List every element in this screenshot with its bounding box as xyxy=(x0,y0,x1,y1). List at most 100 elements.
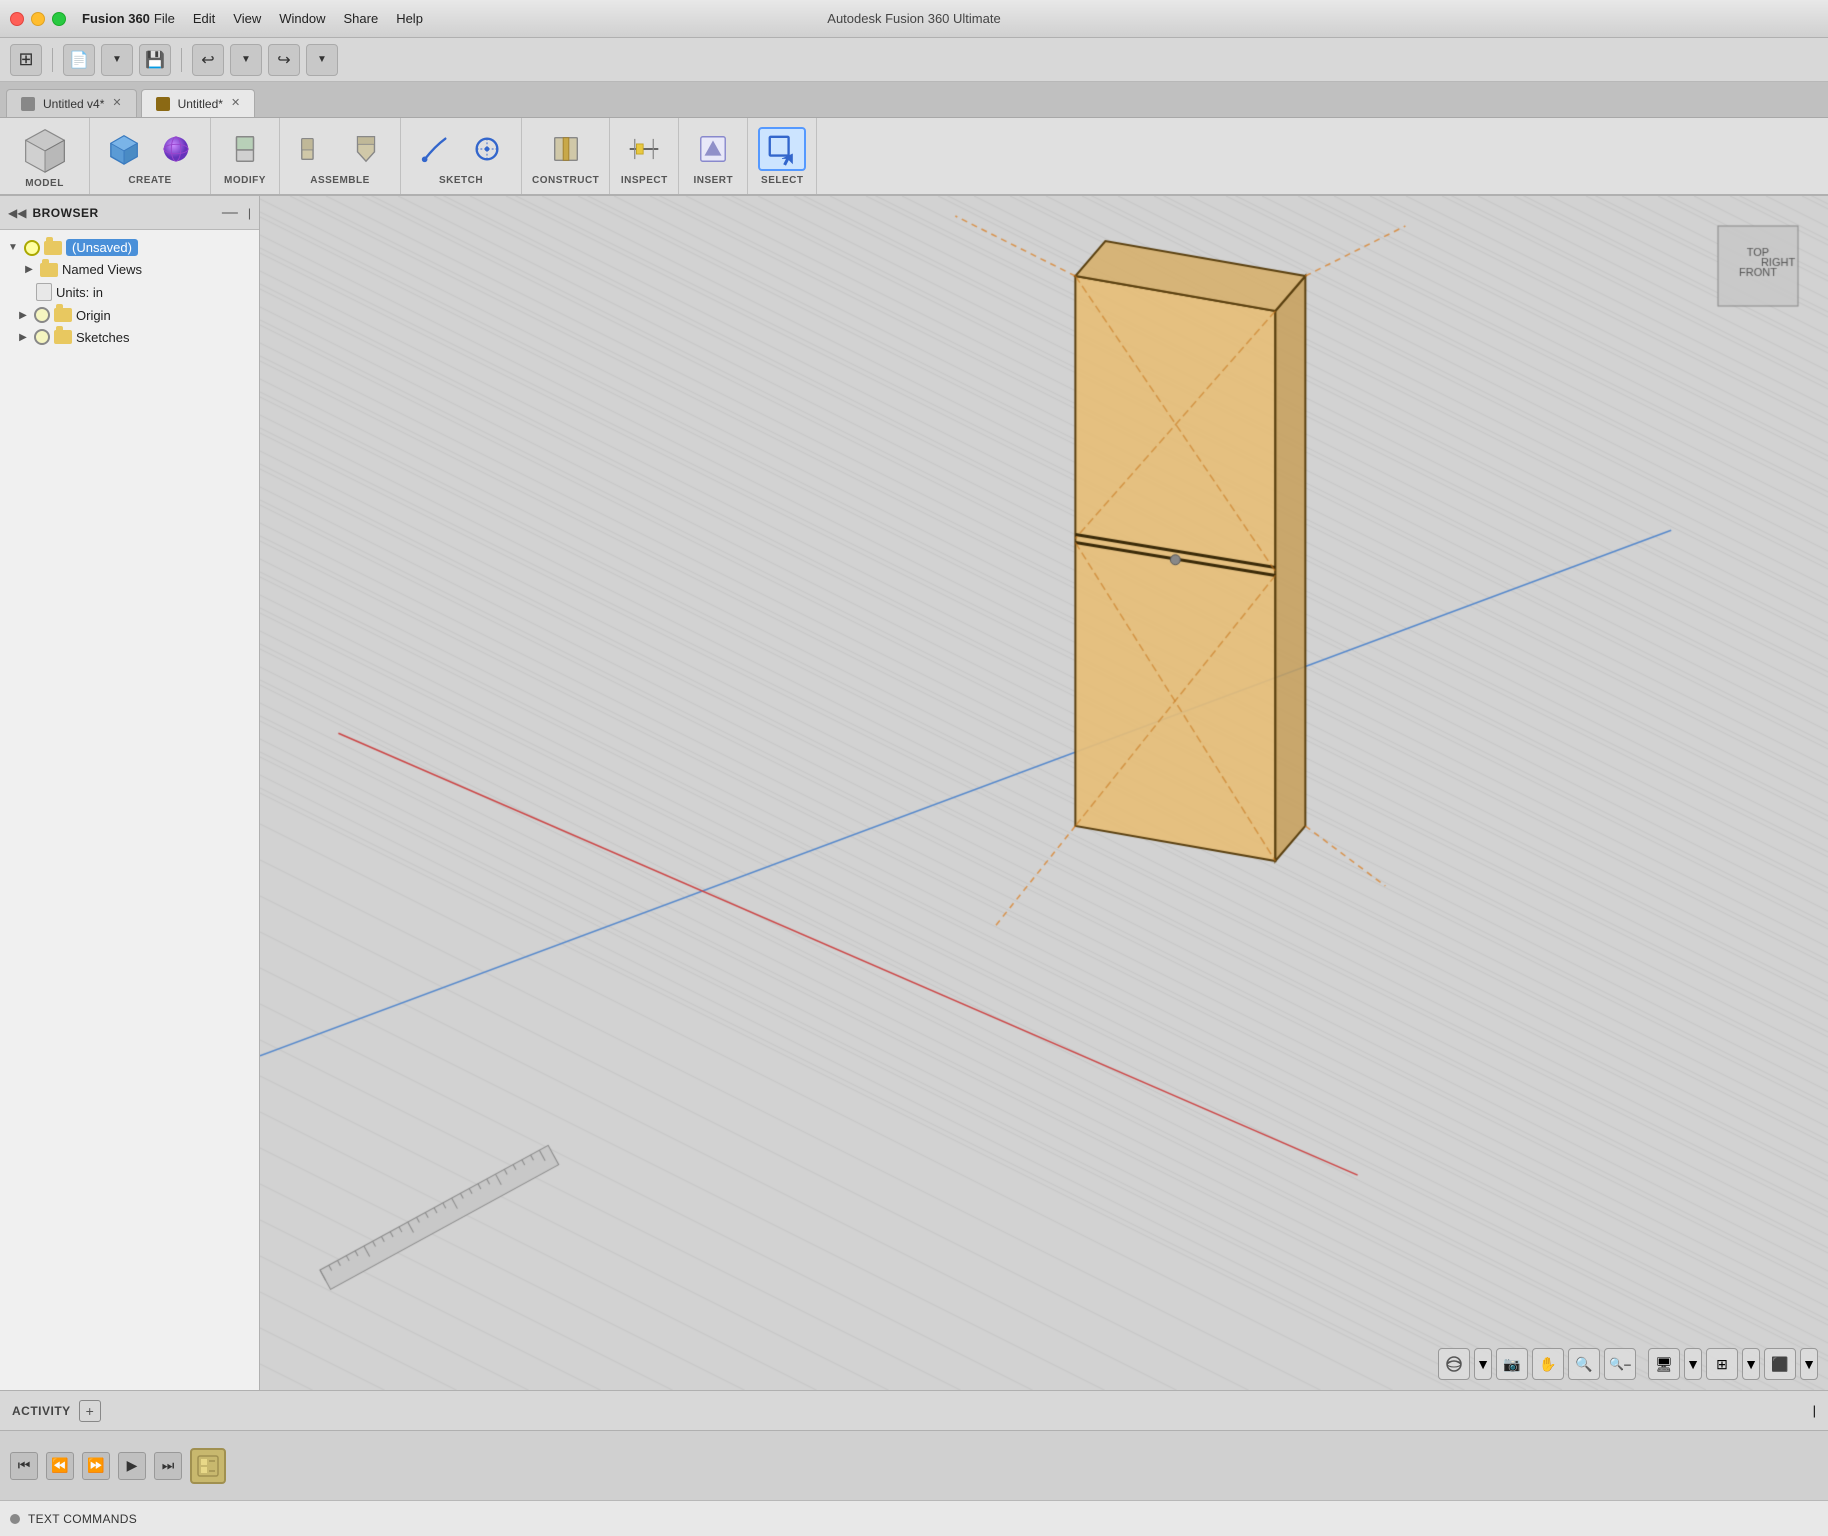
save-button[interactable]: 💾 xyxy=(139,44,171,76)
viewport[interactable]: ▼ 📷 ✋ 🔍 🔍– 🖥 ▼ ⊞ ▼ ⬛ ▼ xyxy=(260,196,1828,1390)
tree-item-named-views[interactable]: ▶ Named Views xyxy=(0,259,259,280)
tab-close-button2[interactable]: ✕ xyxy=(231,98,240,109)
grid-toggle-button[interactable]: ⊞ xyxy=(1706,1348,1738,1380)
browser-back-button[interactable]: ◀◀ xyxy=(8,206,26,220)
select-label: SELECT xyxy=(761,175,803,186)
tree-label-units: Units: in xyxy=(56,285,103,300)
tree-item-origin[interactable]: ▶ Origin xyxy=(0,304,259,326)
timeline-end-button[interactable]: ⏭ xyxy=(154,1452,182,1480)
toolbar-separator2 xyxy=(181,48,182,72)
tab-untitled[interactable]: Untitled* ✕ xyxy=(141,89,256,117)
grid-dropdown[interactable]: ▼ xyxy=(1742,1348,1760,1380)
app-name: Fusion 360 xyxy=(82,11,150,26)
insert-label: INSERT xyxy=(693,175,733,186)
section-assemble: ASSEMBLE xyxy=(280,118,401,194)
insert-button[interactable] xyxy=(689,127,737,171)
undo-dropdown[interactable]: ▼ xyxy=(230,44,262,76)
folder-icon-sketches xyxy=(54,330,72,344)
section-create: CREATE xyxy=(90,118,211,194)
dropdown-arrow-icon: ▼ xyxy=(112,54,122,65)
menu-view[interactable]: View xyxy=(233,11,261,26)
create-box-button[interactable] xyxy=(100,127,148,171)
model-label: MODEL xyxy=(25,178,64,189)
tree-expander-sketches[interactable]: ▶ xyxy=(16,330,30,344)
grid-view-button[interactable]: ⊞ xyxy=(10,44,42,76)
browser-title: BROWSER xyxy=(32,206,215,220)
quick-access-toolbar: ⊞ 📄 ▼ 💾 ↩ ▼ ↪ ▼ xyxy=(0,38,1828,82)
select-button[interactable] xyxy=(758,127,806,171)
browser-collapse-button[interactable]: — xyxy=(222,204,238,222)
activity-label: ACTIVITY xyxy=(12,1404,71,1418)
visibility-icon-origin[interactable] xyxy=(34,307,50,323)
visibility-icon-unsaved[interactable] xyxy=(24,240,40,256)
dropdown-icon2: ▼ xyxy=(317,54,327,65)
viewport-canvas xyxy=(260,196,1828,1390)
camera-button[interactable]: 📷 xyxy=(1496,1348,1528,1380)
orbit-button[interactable] xyxy=(1438,1348,1470,1380)
tab-doc-icon2 xyxy=(156,97,170,111)
tree-item-sketches[interactable]: ▶ Sketches xyxy=(0,326,259,348)
activity-resize-handle[interactable]: | xyxy=(1813,1403,1816,1418)
section-sketch: SKETCH xyxy=(401,118,522,194)
browser-resize-handle[interactable]: | xyxy=(248,206,251,220)
tree-item-unsaved[interactable]: ▼ (Unsaved) xyxy=(0,236,259,259)
tree-label-sketches: Sketches xyxy=(76,330,129,345)
view-cube-button[interactable]: ⬛ xyxy=(1764,1348,1796,1380)
view-dropdown[interactable]: ▼ xyxy=(1800,1348,1818,1380)
tree-label-origin: Origin xyxy=(76,308,111,323)
tree-expander-origin[interactable]: ▶ xyxy=(16,308,30,322)
tree-item-units[interactable]: Units: in xyxy=(0,280,259,304)
tree-expander-unsaved[interactable]: ▼ xyxy=(6,241,20,255)
open-file-button[interactable]: ▼ xyxy=(101,44,133,76)
minimize-button[interactable] xyxy=(31,12,45,26)
timeline-history-item[interactable] xyxy=(190,1448,226,1484)
sketch-line-button[interactable] xyxy=(411,127,459,171)
new-file-button[interactable]: 📄 xyxy=(63,44,95,76)
browser-panel: ◀◀ BROWSER — | ▼ (Unsaved) ▶ Named Views xyxy=(0,196,260,1390)
activity-add-button[interactable]: + xyxy=(79,1400,101,1422)
section-inspect: INSPECT xyxy=(610,118,679,194)
assemble-button1[interactable] xyxy=(290,127,338,171)
zoom-out-button[interactable]: 🔍– xyxy=(1604,1348,1636,1380)
menu-window[interactable]: Window xyxy=(279,11,325,26)
menu-share[interactable]: Share xyxy=(343,11,378,26)
timeline-forward-button[interactable]: ⏩ xyxy=(82,1452,110,1480)
zoom-in-button[interactable]: 🔍 xyxy=(1568,1348,1600,1380)
orbit-dropdown[interactable]: ▼ xyxy=(1474,1348,1492,1380)
display-mode-button[interactable]: 🖥 xyxy=(1648,1348,1680,1380)
construct-button[interactable] xyxy=(542,127,590,171)
create-sphere-button[interactable] xyxy=(152,127,200,171)
section-modify: MODIFY xyxy=(211,118,280,194)
undo-button[interactable]: ↩ xyxy=(192,44,224,76)
maximize-button[interactable] xyxy=(52,12,66,26)
menu-help[interactable]: Help xyxy=(396,11,423,26)
visibility-icon-sketches[interactable] xyxy=(34,329,50,345)
timeline-play-button[interactable]: ▶ xyxy=(118,1452,146,1480)
menu-edit[interactable]: Edit xyxy=(193,11,215,26)
tab-doc-icon xyxy=(21,97,35,111)
redo-button[interactable]: ↪ xyxy=(268,44,300,76)
tree-expander-named-views[interactable]: ▶ xyxy=(22,263,36,277)
tab-label: Untitled v4* xyxy=(43,97,104,111)
tab-close-button[interactable]: ✕ xyxy=(112,98,121,109)
sketch-circle-button[interactable] xyxy=(463,127,511,171)
model-button[interactable] xyxy=(20,124,70,174)
inspect-button[interactable] xyxy=(620,127,668,171)
redo-dropdown[interactable]: ▼ xyxy=(306,44,338,76)
tree-label-unsaved: (Unsaved) xyxy=(66,239,138,256)
timeline-start-button[interactable]: ⏮ xyxy=(10,1452,38,1480)
pan-button[interactable]: ✋ xyxy=(1532,1348,1564,1380)
assemble-button2[interactable] xyxy=(342,127,390,171)
timeline-prev-button[interactable]: ⏪ xyxy=(46,1452,74,1480)
tc-label: TEXT COMMANDS xyxy=(28,1512,137,1526)
assemble-label: ASSEMBLE xyxy=(310,175,370,186)
display-dropdown[interactable]: ▼ xyxy=(1684,1348,1702,1380)
save-icon: 💾 xyxy=(145,50,165,70)
menu-file[interactable]: File xyxy=(154,11,175,26)
close-button[interactable] xyxy=(10,12,24,26)
inspect-label: INSPECT xyxy=(621,175,668,186)
timeline-bar: ⏮ ⏪ ⏩ ▶ ⏭ xyxy=(0,1430,1828,1500)
tab-untitled-v4[interactable]: Untitled v4* ✕ xyxy=(6,89,137,117)
modify-button[interactable] xyxy=(221,127,269,171)
undo-icon: ↩ xyxy=(201,50,214,70)
